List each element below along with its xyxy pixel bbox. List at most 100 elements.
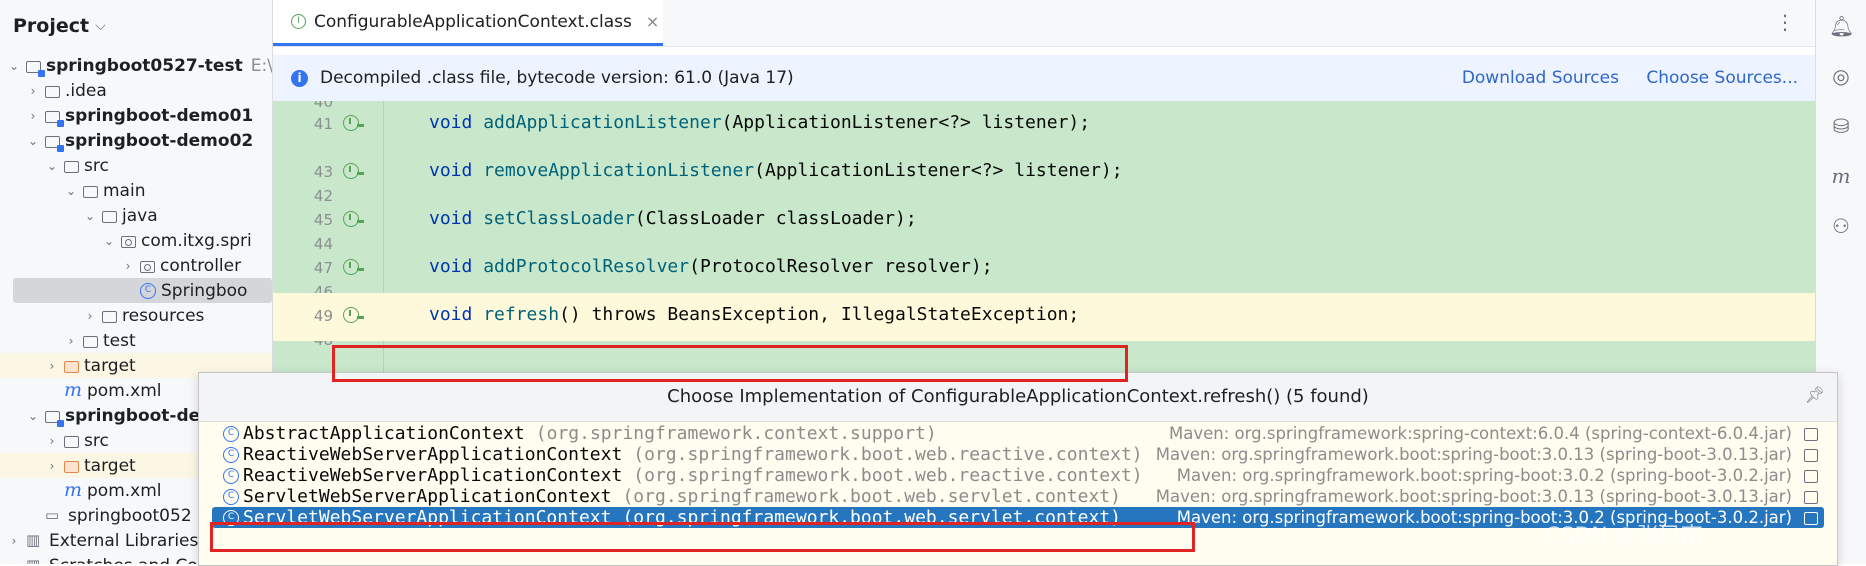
tree-item[interactable]: ⌄ com.itxg.spri [0,228,272,253]
tree-item[interactable]: ⌄ main [0,178,272,203]
tree-item-label: resources [122,305,205,326]
implementation-source: Maven: org.springframework.boot:spring-b… [1176,466,1792,485]
structure-icon[interactable]: ⚇ [1829,214,1853,238]
implemented-gutter-icon[interactable] [343,307,359,323]
chevron-down-icon[interactable]: ⌄ [24,134,42,148]
implemented-gutter-icon[interactable] [343,163,359,179]
implementation-class-name: ReactiveWebServerApplicationContext [243,465,623,486]
implemented-gutter-icon[interactable] [343,211,359,227]
method-signature: (ApplicationListener<?> listener); [754,160,1123,181]
chevron-right-icon[interactable]: › [24,84,42,98]
line-number: 43 [313,163,333,181]
implemented-gutter-icon[interactable] [343,115,359,131]
chevron-down-icon[interactable]: ⌄ [62,184,80,198]
close-icon[interactable]: × [646,12,659,31]
tree-item[interactable]: ⌄ java [0,203,272,228]
method-name[interactable]: addProtocolResolver [483,256,689,277]
tree-item[interactable]: › resources [0,303,272,328]
decompiled-banner: i Decompiled .class file, bytecode versi… [273,55,1815,101]
class-icon: C [223,467,239,484]
method-signature: (ClassLoader classLoader); [634,208,917,229]
implementation-package: (org.springframework.boot.web.servlet.co… [622,507,1121,528]
chevron-right-icon[interactable]: › [5,534,23,548]
tree-item-label: src [84,155,109,176]
chevron-right-icon[interactable]: › [5,559,23,565]
tree-item-label: src [84,430,109,451]
more-options-icon[interactable]: ⋮ [1775,10,1795,34]
chevron-down-icon[interactable]: ⌄ [43,159,61,173]
code-line[interactable]: 49 void refresh() throws BeansException, … [273,293,1815,341]
implementation-item[interactable]: C ReactiveWebServerApplicationContext (org… [212,465,1824,486]
implementation-package: (org.springframework.boot.web.reactive.c… [633,465,1143,486]
chevron-down-icon[interactable]: ⌵ [95,18,106,34]
chevron-right-icon[interactable]: › [24,109,42,123]
tree-item-label: main [103,180,146,201]
tree-item[interactable]: › .idea [0,78,272,103]
method-name[interactable]: refresh [483,304,559,325]
download-sources-link[interactable]: Download Sources [1462,68,1619,88]
tree-item-label: test [103,330,136,351]
excluded-folder-icon [64,460,79,473]
chevron-right-icon[interactable]: › [43,459,61,473]
chevron-down-icon[interactable]: ⌄ [100,234,118,248]
tree-item-label: .idea [65,80,107,101]
database-icon[interactable]: ⛁ [1829,114,1853,138]
tab-configurable-application-context[interactable]: I ConfigurableApplicationContext.class × [273,0,663,46]
pin-icon[interactable]: 📌︎ [1805,385,1825,404]
method-name[interactable]: removeApplicationListener [483,160,754,181]
implementation-item[interactable]: C ServletWebServerApplicationContext (org.… [212,486,1824,507]
excluded-folder-icon [64,360,79,373]
code-text: void setClassLoader(ClassLoader classLoa… [429,208,917,229]
code-text: void addApplicationListener(ApplicationL… [429,112,1090,133]
chevron-right-icon[interactable]: › [43,434,61,448]
chevron-down-icon[interactable]: ⌄ [24,409,42,423]
chevron-right-icon[interactable]: › [62,334,80,348]
ai-assistant-icon[interactable]: ◎ [1829,64,1853,88]
info-icon: i [291,69,308,87]
code-line[interactable]: 47 void addProtocolResolver(ProtocolResol… [273,245,1815,277]
method-name[interactable]: setClassLoader [483,208,635,229]
folder-icon [45,85,60,98]
maven-icon[interactable]: m [1829,164,1853,188]
folder-icon [102,210,117,223]
chevron-right-icon[interactable]: › [81,309,99,323]
code-line[interactable]: 43 void removeApplicationListener(Applica… [273,149,1815,181]
code-line[interactable]: 41 void addApplicationListener(Applicatio… [273,101,1815,133]
implementation-item[interactable]: C AbstractApplicationContext (org.springfr… [212,423,1824,444]
implemented-gutter-icon[interactable] [343,259,359,275]
choose-sources-link[interactable]: Choose Sources... [1646,68,1798,88]
tree-item[interactable]: › springboot-demo01 [0,103,272,128]
method-signature: (ProtocolResolver resolver); [689,256,993,277]
folder-icon [83,185,98,198]
tree-item[interactable]: ⌄ springboot0527-test E:\ [0,53,272,78]
code-text: void refresh() throws BeansException, Il… [429,304,1079,325]
gutter-arrow-icon [357,172,364,175]
project-header[interactable]: Project ⌵ [0,0,272,52]
tree-item[interactable]: › controller [0,253,272,278]
tree-item-label: springboot052 [68,505,192,526]
method-signature: () throws BeansException, IllegalStateEx… [559,304,1080,325]
tree-item[interactable]: ›CSpringboo [13,278,272,303]
tree-item[interactable]: ⌄ springboot-demo02 [0,128,272,153]
class-icon: C [223,446,239,463]
tree-item[interactable]: ⌄ src [0,153,272,178]
chevron-right-icon[interactable]: › [43,359,61,373]
chevron-down-icon[interactable]: ⌄ [5,59,23,73]
tree-item[interactable]: › test [0,328,272,353]
popup-title: Choose Implementation of ConfigurableApp… [199,373,1837,422]
tree-item-label: External Libraries [49,530,199,551]
chevron-right-icon[interactable]: › [119,259,137,273]
notifications-icon[interactable]: 🔔︎ [1829,14,1854,38]
chevron-down-icon[interactable]: ⌄ [81,209,99,223]
folder-icon [102,310,117,323]
keyword: void [429,256,473,277]
code-line[interactable]: 45 void setClassLoader(ClassLoader classL… [273,197,1815,229]
implementation-item[interactable]: C ReactiveWebServerApplicationContext (org… [212,444,1824,465]
implementation-class-name: ReactiveWebServerApplicationContext [243,444,623,465]
implementation-class-name: AbstractApplicationContext [243,423,525,444]
interface-icon: I [291,14,306,29]
gutter-arrow-icon [357,316,364,319]
method-name[interactable]: addApplicationListener [483,112,721,133]
